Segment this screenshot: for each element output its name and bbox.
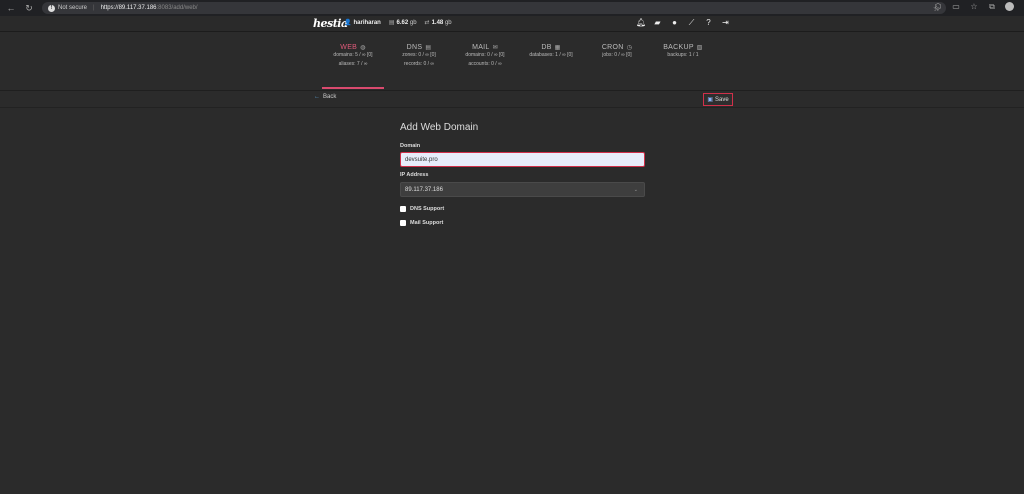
address-bar[interactable]: ! Not secure | https://89.117.37.186 :80…	[42, 2, 946, 14]
user-stats: 👤 hariharan ▤ 6.62 gb ⇄ 1.48 gb	[344, 19, 452, 26]
username: hariharan	[353, 20, 381, 26]
disk-icon: ▤	[388, 20, 395, 26]
tab-db-label: DB	[541, 44, 552, 51]
action-bar: ← Back ▣ Save	[0, 91, 1024, 108]
bandwidth-icon: ⇄	[424, 20, 430, 26]
extensions-icon[interactable]: ⬡	[933, 2, 943, 12]
back-arrow-icon[interactable]: ←	[4, 1, 18, 15]
domain-input-value: devsuite.pro	[405, 156, 438, 163]
tab-web-stat-aliases: aliases: 7 / ∞	[338, 61, 368, 67]
statistics-chart-icon[interactable]: ⟋	[687, 18, 696, 28]
back-button-label: Back	[323, 94, 337, 100]
tab-mail-stat-domains: domains: 0 / ∞ [0]	[465, 52, 505, 58]
logout-icon[interactable]: ⇥	[721, 18, 730, 28]
user-info[interactable]: 👤 hariharan	[344, 19, 381, 26]
domain-label: Domain	[400, 143, 421, 149]
app-header: hestia 👤 hariharan ▤ 6.62 gb ⇄ 1.48 gb 🔔︎ ▰…	[0, 16, 1024, 32]
tab-dns-stat-records: records: 0 / ∞	[404, 61, 434, 67]
tab-web-stat-domains: domains: 5 / ∞ [0]	[333, 52, 373, 58]
section-tabs: WEB ◍ domains: 5 / ∞ [0] aliases: 7 / ∞ D…	[320, 44, 720, 89]
tab-dns-label: DNS	[406, 44, 423, 51]
user-icon: 👤	[344, 20, 352, 26]
url-host: https://89.117.37.186	[100, 5, 157, 11]
user-account-icon[interactable]: ●	[670, 18, 679, 28]
tab-web[interactable]: WEB ◍ domains: 5 / ∞ [0] aliases: 7 / ∞	[320, 44, 386, 89]
header-icons: 🔔︎ ▰ ● ⟋ ? ⇥	[636, 18, 730, 28]
dns-support-label: DNS Support	[410, 206, 445, 212]
url-path: :8083/add/web/	[156, 5, 198, 11]
favorites-icon[interactable]: ☆	[969, 2, 979, 12]
mail-support-option[interactable]: Mail Support	[400, 220, 443, 226]
save-button-label: Save	[714, 96, 729, 103]
disk-unit: gb	[409, 20, 417, 26]
file-manager-folder-icon[interactable]: ▰	[653, 18, 662, 28]
tab-cron-label: CRON	[601, 44, 624, 51]
ip-address-label: IP Address	[400, 172, 429, 178]
profile-avatar[interactable]	[1005, 2, 1014, 11]
browser-toolbar: ← ↻ ! Not secure | https://89.117.37.186…	[0, 0, 1024, 16]
disk-usage: ▤ 6.62 gb	[389, 19, 417, 26]
dns-support-checkbox[interactable]	[400, 206, 406, 212]
floppy-disk-icon: ▣	[707, 97, 713, 103]
tab-mail-label: MAIL	[472, 44, 490, 51]
tab-backup[interactable]: BACKUP ▧ backups: 1 / 1	[650, 44, 716, 89]
address-divider: |	[93, 5, 95, 11]
tab-backup-stat-backups: backups: 1 / 1	[667, 52, 699, 58]
mail-support-checkbox[interactable]	[400, 220, 406, 226]
tab-dns[interactable]: DNS ▤ zones: 0 / ∞ [0] records: 0 / ∞	[386, 44, 452, 89]
ip-address-select[interactable]: 89.117.37.186 ⌄	[400, 182, 645, 197]
tab-mail-stat-accounts: accounts: 0 / ∞	[468, 61, 502, 67]
arrow-left-icon: ←	[314, 94, 320, 100]
save-button[interactable]: ▣ Save	[703, 93, 733, 106]
tab-mail[interactable]: MAIL ✉ domains: 0 / ∞ [0] accounts: 0 / ∞	[452, 44, 518, 89]
tab-db-stat-databases: databases: 1 / ∞ [0]	[529, 52, 573, 58]
browser-actions: ⬡ ▭ ☆ ⧉	[933, 2, 1024, 12]
notifications-bell-icon[interactable]: 🔔︎	[636, 18, 646, 28]
collections-icon[interactable]: ⧉	[987, 2, 997, 12]
back-button[interactable]: ← Back	[314, 94, 336, 100]
tab-db[interactable]: DB ▦ databases: 1 / ∞ [0]	[518, 44, 584, 89]
hestia-logo[interactable]: hestia	[313, 17, 348, 30]
bandwidth-value: 1.48	[431, 20, 444, 26]
disk-value: 6.62	[396, 20, 409, 26]
reload-icon[interactable]: ↻	[22, 1, 36, 15]
tab-web-label: WEB	[340, 44, 358, 51]
split-screen-icon[interactable]: ▭	[951, 2, 961, 12]
chevron-down-icon: ⌄	[633, 186, 638, 193]
tab-dns-stat-zones: zones: 0 / ∞ [0]	[402, 52, 436, 58]
tab-backup-label: BACKUP	[663, 44, 694, 51]
tab-cron[interactable]: CRON ◷ jobs: 0 / ∞ [0]	[584, 44, 650, 89]
info-icon[interactable]: !	[48, 4, 55, 12]
tab-cron-stat-jobs: jobs: 0 / ∞ [0]	[602, 52, 632, 58]
domain-input[interactable]: devsuite.pro	[400, 152, 645, 167]
page-title: Add Web Domain	[400, 122, 479, 133]
help-icon[interactable]: ?	[704, 18, 713, 28]
bandwidth-unit: gb	[444, 20, 452, 26]
mail-support-label: Mail Support	[410, 220, 444, 226]
dns-support-option[interactable]: DNS Support	[400, 206, 444, 212]
security-label: Not secure	[58, 5, 88, 11]
bandwidth-usage: ⇄ 1.48 gb	[425, 19, 452, 26]
ip-address-value: 89.117.37.186	[405, 186, 443, 193]
